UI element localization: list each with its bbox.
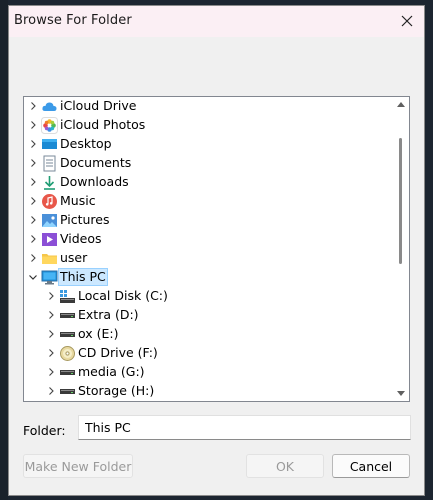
this-pc-icon	[41, 269, 58, 286]
drive-icon	[59, 383, 76, 400]
make-new-folder-button[interactable]: Make New Folder	[23, 454, 133, 478]
tree-item[interactable]: media (G:)	[24, 363, 394, 382]
tree-item[interactable]: Desktop	[24, 135, 394, 154]
tree-item[interactable]: CD Drive (F:)	[24, 344, 394, 363]
folder-field[interactable]	[78, 415, 411, 440]
user-folder-icon	[41, 250, 58, 267]
scroll-down-arrow[interactable]	[397, 391, 405, 396]
chevron-right-icon[interactable]	[27, 195, 39, 207]
cancel-button[interactable]: Cancel	[332, 454, 410, 478]
chevron-right-icon[interactable]	[45, 328, 57, 340]
icloud-drive-icon	[41, 98, 58, 115]
window-title: Browse For Folder	[14, 13, 132, 28]
downloads-icon	[41, 174, 58, 191]
tree-item-label: iCloud Photos	[60, 117, 146, 132]
tree-item-label: user	[60, 250, 88, 265]
chevron-right-icon[interactable]	[27, 252, 39, 264]
tree-item[interactable]: Videos	[24, 230, 394, 249]
ok-button[interactable]: OK	[246, 454, 324, 478]
tree-item[interactable]: Local Disk (C:)	[24, 287, 394, 306]
tree-item-label: Desktop	[60, 136, 112, 151]
tree-item-label: ox (E:)	[78, 326, 119, 341]
tree-item[interactable]: Pictures	[24, 211, 394, 230]
scroll-up-arrow[interactable]	[397, 102, 405, 107]
tree-item[interactable]: Music	[24, 192, 394, 211]
drive-icon	[59, 307, 76, 324]
chevron-down-icon[interactable]	[27, 271, 39, 283]
chevron-right-icon[interactable]	[27, 100, 39, 112]
music-icon	[41, 193, 58, 210]
folder-label: Folder:	[23, 423, 66, 438]
chevron-right-icon[interactable]	[45, 366, 57, 378]
folder-tree[interactable]: iCloud Drive iCloud Photos Desktop Document…	[23, 96, 410, 402]
tree-item[interactable]: ox (E:)	[24, 325, 394, 344]
scroll-thumb[interactable]	[399, 138, 402, 264]
close-icon	[401, 15, 413, 27]
chevron-right-icon[interactable]	[27, 233, 39, 245]
tree-item-label: Local Disk (C:)	[78, 288, 168, 303]
tree-item[interactable]: Documents	[24, 154, 394, 173]
documents-icon	[41, 155, 58, 172]
tree-item[interactable]: Extra (D:)	[24, 306, 394, 325]
chevron-right-icon[interactable]	[27, 138, 39, 150]
close-button[interactable]	[394, 9, 420, 33]
chevron-right-icon[interactable]	[27, 119, 39, 131]
tree-item-label: Extra (D:)	[78, 307, 139, 322]
background-window	[0, 0, 8, 500]
tree-item-label: CD Drive (F:)	[78, 345, 158, 360]
chevron-right-icon[interactable]	[45, 290, 57, 302]
chevron-right-icon[interactable]	[27, 157, 39, 169]
tree-item-label: Music	[60, 193, 96, 208]
tree-item-label: Pictures	[60, 212, 110, 227]
tree-item-label: media (G:)	[78, 364, 145, 379]
tree-item-label: Documents	[60, 155, 132, 170]
pictures-icon	[41, 212, 58, 229]
tree-scrollbar[interactable]	[394, 98, 408, 400]
tree-item-label: Storage (H:)	[78, 383, 155, 398]
videos-icon	[41, 231, 58, 248]
icloud-photos-icon	[41, 117, 58, 134]
chevron-right-icon[interactable]	[45, 347, 57, 359]
chevron-right-icon[interactable]	[27, 176, 39, 188]
system-drive-icon	[59, 288, 76, 305]
chevron-right-icon[interactable]	[45, 385, 57, 397]
tree-item[interactable]: This PC	[24, 268, 394, 287]
drive-icon	[59, 326, 76, 343]
desktop-icon	[41, 136, 58, 153]
tree-item-label: This PC	[58, 268, 108, 286]
cd-drive-icon	[59, 345, 76, 362]
drive-icon	[59, 364, 76, 381]
browse-for-folder-dialog: Browse For Folder iCloud Drive iCloud Pho…	[8, 5, 425, 496]
tree-item[interactable]: iCloud Drive	[24, 97, 394, 116]
tree-item-label: Videos	[60, 231, 102, 246]
chevron-right-icon[interactable]	[45, 309, 57, 321]
tree-item[interactable]: user	[24, 249, 394, 268]
tree-item[interactable]: Storage (H:)	[24, 382, 394, 401]
title-bar: Browse For Folder	[9, 6, 424, 37]
tree-item-label: Downloads	[60, 174, 129, 189]
chevron-right-icon[interactable]	[27, 214, 39, 226]
tree-item[interactable]: Downloads	[24, 173, 394, 192]
tree-item[interactable]: iCloud Photos	[24, 116, 394, 135]
tree-item-label: iCloud Drive	[60, 98, 137, 113]
